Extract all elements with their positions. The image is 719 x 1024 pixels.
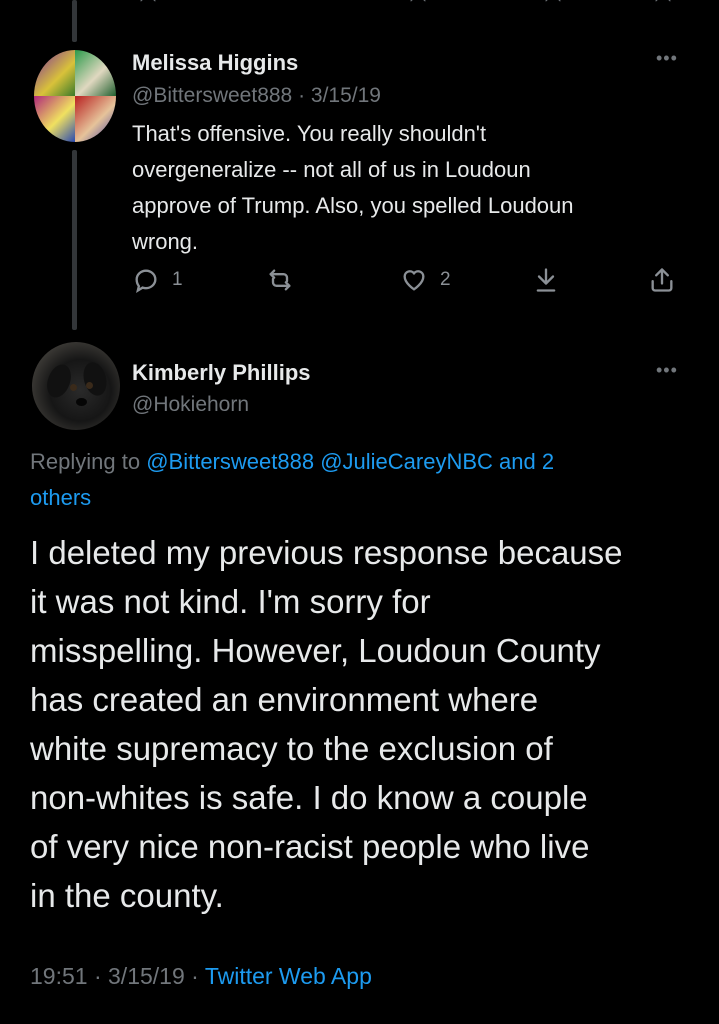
tweet-text-line: of very nice non-racist people who live — [30, 828, 590, 865]
tweet-actions: 1 2 — [132, 262, 682, 298]
source-app-link[interactable]: Twitter Web App — [205, 963, 372, 989]
tweet-text-line: has created an environment where — [30, 681, 539, 718]
like-count: 2 — [440, 269, 451, 290]
download-icon — [536, 268, 556, 292]
separator: · — [191, 963, 199, 989]
avatar-dog-eye — [70, 384, 77, 391]
separator: · — [93, 963, 102, 989]
avatar-pop-art-quadrant — [75, 50, 116, 96]
avatar-dog-eye — [86, 382, 93, 389]
reply-icon — [135, 269, 157, 293]
reply-count: 1 — [172, 269, 183, 290]
share-icon[interactable]: ⌒ — [655, 0, 671, 16]
heart-icon — [403, 270, 425, 291]
reply-button[interactable]: 1 — [132, 262, 183, 298]
tweet-date[interactable]: 3/15/19 — [311, 84, 381, 107]
replying-others-link[interactable]: others — [30, 485, 91, 510]
like-button[interactable]: 2 — [400, 262, 451, 298]
tweet-text-line: That's offensive. You really shouldn't — [132, 121, 487, 146]
author-handle[interactable]: @Hokiehorn — [132, 393, 249, 417]
author-name[interactable]: Kimberly Phillips — [132, 360, 311, 386]
replying-handle-link[interactable]: @JulieCareyNBC — [320, 449, 493, 474]
thread-line-top — [72, 0, 77, 42]
retweet-button[interactable] — [266, 262, 294, 298]
tweet-text: That's offensive. You really shouldn't o… — [132, 116, 692, 260]
previous-tweet-actions-cropped: ⌒ ⌒ ⌒ ⌒ — [0, 0, 719, 15]
tweet-text-line: it was not kind. I'm sorry for — [30, 583, 431, 620]
author-handle[interactable]: @Bittersweet888 — [132, 84, 292, 107]
tweet-text-line: misspelling. However, Loudoun County — [30, 632, 601, 669]
avatar[interactable] — [32, 342, 120, 430]
avatar-dog-nose — [76, 398, 87, 406]
replying-to: Replying to @Bittersweet888 @JulieCareyN… — [30, 444, 670, 516]
replying-others-link[interactable]: and 2 — [499, 449, 554, 474]
tweet-text: I deleted my previous response because i… — [30, 528, 700, 920]
more-options-icon[interactable]: ••• — [656, 360, 678, 381]
avatar-pop-art-quadrant — [75, 96, 116, 142]
avatar-dog-ear — [79, 359, 111, 399]
retweet-icon — [269, 269, 291, 291]
more-options-icon[interactable]: ••• — [656, 48, 678, 69]
thread-line-middle — [72, 150, 77, 330]
reply-icon[interactable]: ⌒ — [140, 0, 156, 16]
author-handle-date[interactable]: @Bittersweet888 · 3/15/19 — [132, 84, 381, 108]
avatar-pop-art-quadrant — [34, 50, 75, 96]
share-icon — [651, 268, 673, 292]
tweet-text-line: overgeneralize -- not all of us in Loudo… — [132, 157, 531, 182]
tweet-date[interactable]: 3/15/19 — [108, 963, 185, 989]
author-name[interactable]: Melissa Higgins — [132, 50, 298, 76]
share-button[interactable] — [648, 262, 676, 298]
tweet-text-line: in the county. — [30, 877, 224, 914]
avatar-pop-art-quadrant — [34, 96, 75, 142]
avatar-dog-ear — [42, 361, 76, 401]
tweet-text-line: white supremacy to the exclusion of — [30, 730, 553, 767]
tweet-text-line: non-whites is safe. I do know a couple — [30, 779, 588, 816]
replying-prefix: Replying to — [30, 449, 141, 474]
tweet-text-line: I deleted my previous response because — [30, 534, 623, 571]
tweet-time[interactable]: 19:51 — [30, 963, 88, 989]
avatar[interactable] — [34, 50, 116, 142]
tweet-meta: 19:51 · 3/15/19 · Twitter Web App — [30, 963, 372, 990]
separator: · — [298, 84, 306, 107]
tweet-text-line: approve of Trump. Also, you spelled Loud… — [132, 193, 574, 218]
download-icon[interactable]: ⌒ — [545, 0, 561, 16]
download-button[interactable] — [532, 262, 560, 298]
tweet-text-line: wrong. — [132, 229, 199, 254]
replying-handle-link[interactable]: @Bittersweet888 — [146, 449, 314, 474]
like-icon[interactable]: ⌒ — [410, 0, 426, 16]
